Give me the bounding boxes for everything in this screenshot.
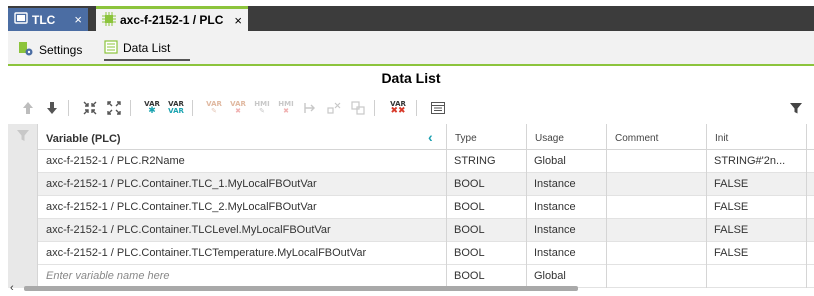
edit-hmi-icon[interactable]: HMI ✎ [252,98,272,118]
cell-variable[interactable]: axc-f-2152-1 / PLC.Container.TLC_1.MyLoc… [38,173,446,196]
row-selector[interactable] [8,196,38,219]
column-divider [806,219,807,242]
column-header-comment[interactable]: Comment [606,124,706,150]
tab-plc[interactable]: axc-f-2152-1 / PLC × [96,6,248,31]
column-divider [806,173,807,196]
delete-variable-icon[interactable]: VAR ✖ [228,98,248,118]
column-header-type[interactable]: Type [446,124,526,150]
delete-all-variables-icon[interactable]: VAR ✖✖ [388,98,408,118]
cell-usage[interactable]: Global [526,150,606,173]
row-selector[interactable] [8,219,38,242]
cell-type[interactable]: BOOL [446,242,526,265]
column-header-usage[interactable]: Usage [526,124,606,150]
table-row[interactable]: axc-f-2152-1 / PLC.Container.TLCLevel.My… [8,219,814,242]
cell-usage[interactable]: Instance [526,242,606,265]
grid-header: Variable (PLC) ‹ Type Usage Comment Init [8,124,814,150]
cell-comment[interactable] [606,242,706,265]
toolbar: VAR ✱ VAR VAR VAR ✎ VAR ✖ HMI ✎ HMI ✖ VAR ✖✖ [8,96,814,120]
column-header-extra [806,124,814,150]
subtab-label: Settings [39,43,83,57]
table-row[interactable]: axc-f-2152-1 / PLC.Container.TLC_1.MyLoc… [8,173,814,196]
cell-comment[interactable] [606,196,706,219]
connect-icon[interactable] [300,98,320,118]
column-divider [806,196,807,219]
cell-type[interactable]: STRING [446,150,526,173]
disconnect-icon[interactable] [324,98,344,118]
cell-comment[interactable] [606,173,706,196]
table-row[interactable]: axc-f-2152-1 / PLC.Container.TLCTemperat… [8,242,814,265]
toolbar-divider [68,100,69,116]
cell-init[interactable]: FALSE [706,242,806,265]
table-row[interactable]: axc-f-2152-1 / PLC.R2Name STRING Global STR… [8,150,814,173]
subtab-settings[interactable]: Settings [18,39,88,61]
editor-subtabs: Settings Data List [8,31,814,66]
delete-hmi-icon[interactable]: HMI ✖ [276,98,296,118]
cell-variable[interactable]: axc-f-2152-1 / PLC.Container.TLCLevel.My… [38,219,446,242]
row-selector[interactable] [8,173,38,196]
edit-variable-icon[interactable]: VAR ✎ [204,98,224,118]
toolbar-divider [130,100,131,116]
table-row[interactable]: axc-f-2152-1 / PLC.Container.TLC_2.MyLoc… [8,196,814,219]
cell-comment[interactable] [606,219,706,242]
horizontal-scrollbar[interactable]: ‹ [8,282,814,294]
toolbar-divider [374,100,375,116]
cell-comment[interactable] [606,150,706,173]
cell-usage[interactable]: Instance [526,173,606,196]
cell-variable[interactable]: axc-f-2152-1 / PLC.Container.TLC_2.MyLoc… [38,196,446,219]
collapse-panel-icon[interactable]: ‹ [428,129,433,145]
cell-type[interactable]: BOOL [446,173,526,196]
subtab-data-list[interactable]: Data List [104,39,190,61]
filter-row-header[interactable] [8,124,38,150]
cell-variable[interactable]: axc-f-2152-1 / PLC.Container.TLCTemperat… [38,242,446,265]
row-selector[interactable] [8,242,38,265]
tab-label: TLC [32,12,56,27]
move-up-icon[interactable] [18,98,38,118]
cell-init[interactable]: STRING#'2n... [706,150,806,173]
cell-init[interactable]: FALSE [706,196,806,219]
scrollbar-thumb[interactable] [24,286,578,291]
cell-type[interactable]: BOOL [446,196,526,219]
add-variable-list-icon[interactable]: VAR VAR [166,98,186,118]
editor-tab-bar: TLC × axc-f-2152-1 / PLC × [8,6,814,31]
close-icon[interactable]: × [74,12,82,27]
toolbar-divider [416,100,417,116]
row-selector[interactable] [8,150,38,173]
cell-init[interactable]: FALSE [706,173,806,196]
column-divider [806,242,807,265]
cell-usage[interactable]: Instance [526,196,606,219]
filter-icon[interactable] [786,98,806,118]
subtab-label: Data List [123,41,171,55]
move-down-icon[interactable] [42,98,62,118]
scroll-left-icon[interactable]: ‹ [10,282,14,294]
tab-tlc[interactable]: TLC × [8,8,88,31]
copy-variable-icon[interactable] [348,98,368,118]
toolbar-divider [192,100,193,116]
column-divider [806,150,807,173]
columns-icon[interactable] [428,98,448,118]
collapse-all-icon[interactable] [80,98,100,118]
column-header-variable[interactable]: Variable (PLC) [38,124,446,150]
cell-usage[interactable]: Instance [526,219,606,242]
page-title: Data List [381,70,441,86]
add-variable-icon[interactable]: VAR ✱ [142,98,162,118]
data-list-editor: TLC × axc-f-2152-1 / PLC × Settings Data… [0,0,814,296]
settings-icon [18,41,34,60]
cell-variable[interactable]: axc-f-2152-1 / PLC.R2Name [38,150,446,173]
cell-init[interactable]: FALSE [706,219,806,242]
expand-all-icon[interactable] [104,98,124,118]
list-icon [104,39,118,57]
device-icon [14,12,28,27]
cell-type[interactable]: BOOL [446,219,526,242]
tab-label: axc-f-2152-1 / PLC [120,13,224,27]
close-icon[interactable]: × [234,13,242,28]
column-header-init[interactable]: Init [706,124,806,150]
data-grid: Variable (PLC) ‹ Type Usage Comment Init… [8,124,814,288]
chip-icon [102,11,116,29]
